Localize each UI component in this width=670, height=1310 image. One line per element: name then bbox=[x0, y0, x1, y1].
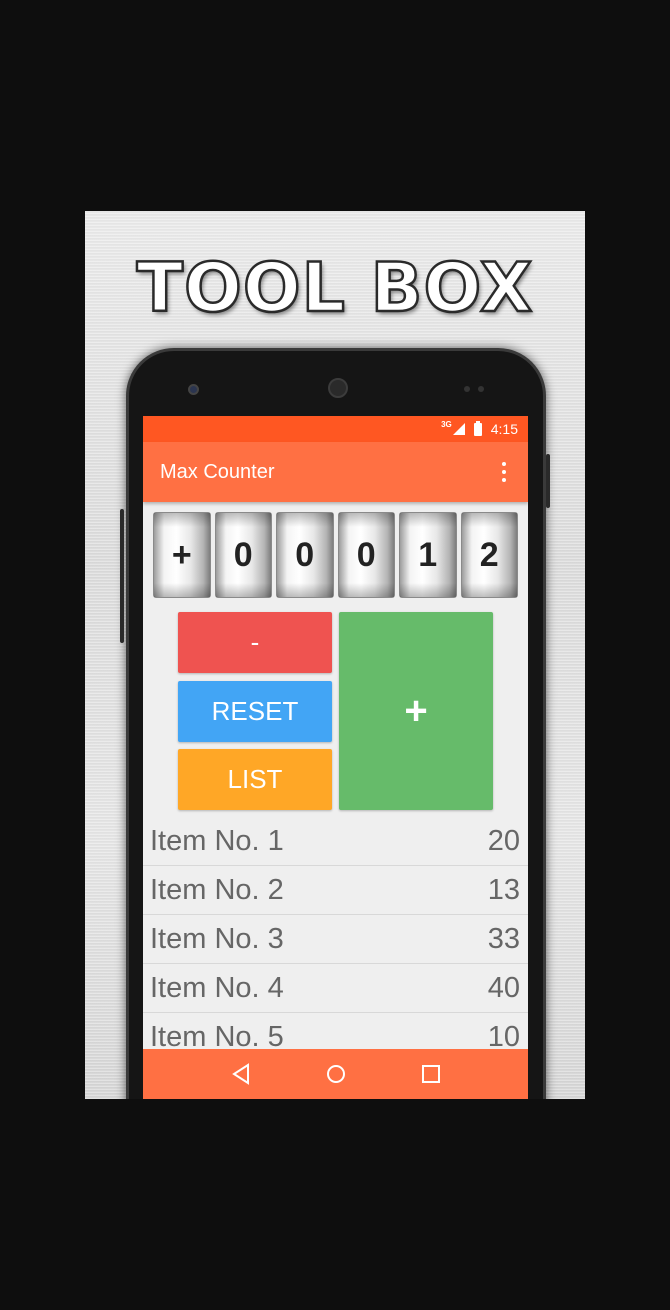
battery-icon bbox=[473, 420, 482, 436]
sensor-dot bbox=[464, 386, 470, 392]
banner-title: TOOL BOX bbox=[135, 248, 534, 330]
item-label: Item No. 1 bbox=[150, 824, 284, 857]
front-camera-icon bbox=[188, 384, 199, 395]
counter-digit-wheel: 0 bbox=[214, 512, 272, 598]
home-icon[interactable] bbox=[321, 1059, 351, 1089]
app-bar: Max Counter bbox=[143, 442, 528, 502]
status-bar: 3G 4:15 bbox=[143, 416, 528, 442]
more-vert-icon[interactable] bbox=[496, 462, 512, 482]
item-count: 33 bbox=[487, 922, 520, 955]
decrement-button[interactable]: - bbox=[178, 612, 332, 673]
item-label: Item No. 3 bbox=[150, 922, 284, 955]
power-button bbox=[546, 454, 550, 508]
system-nav-bar bbox=[143, 1049, 528, 1099]
counter-digit-wheel: 0 bbox=[276, 512, 334, 598]
counter-digit-wheel: 2 bbox=[460, 512, 518, 598]
list-item[interactable]: Item No. 4 40 bbox=[143, 964, 528, 1013]
sensor-dot bbox=[478, 386, 484, 392]
item-count: 13 bbox=[487, 873, 520, 906]
reset-button[interactable]: RESET bbox=[178, 681, 332, 742]
counter-digit-wheel: 0 bbox=[337, 512, 395, 598]
list-button[interactable]: LIST bbox=[178, 749, 332, 810]
increment-button[interactable]: + bbox=[339, 612, 493, 810]
speaker-grille bbox=[328, 378, 348, 398]
item-list: Item No. 1 20 Item No. 2 13 Item No. 3 3… bbox=[143, 817, 528, 1062]
network-type: 3G bbox=[441, 419, 452, 429]
list-item[interactable]: Item No. 3 33 bbox=[143, 915, 528, 964]
signal-icon bbox=[452, 423, 465, 435]
item-label: Item No. 2 bbox=[150, 873, 284, 906]
item-count: 40 bbox=[487, 971, 520, 1004]
app-screen: 3G 4:15 Max Counter + 0 0 0 1 2 - RESET … bbox=[143, 416, 528, 1099]
item-count: 20 bbox=[487, 824, 520, 857]
counter-digit-wheel: 1 bbox=[399, 512, 457, 598]
item-label: Item No. 4 bbox=[150, 971, 284, 1004]
list-item[interactable]: Item No. 1 20 bbox=[143, 817, 528, 866]
list-item[interactable]: Item No. 2 13 bbox=[143, 866, 528, 915]
counter-sign-wheel: + bbox=[153, 512, 211, 598]
volume-button bbox=[120, 509, 124, 643]
recents-icon[interactable] bbox=[416, 1059, 446, 1089]
counter-display: + 0 0 0 1 2 bbox=[153, 512, 518, 598]
status-time: 4:15 bbox=[490, 421, 518, 437]
back-icon[interactable] bbox=[226, 1059, 256, 1089]
app-title: Max Counter bbox=[160, 460, 275, 483]
